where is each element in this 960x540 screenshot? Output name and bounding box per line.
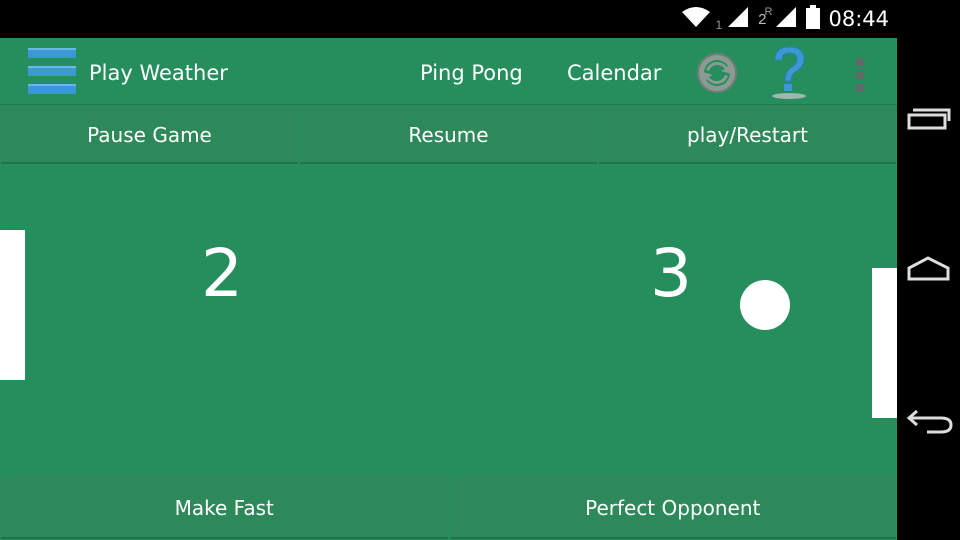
app-window: Play Weather Ping Pong Calendar Pause Ga…: [0, 38, 897, 540]
system-nav-bar: [897, 0, 960, 540]
left-paddle: [0, 230, 25, 380]
recents-icon[interactable]: [897, 90, 960, 150]
ball: [740, 280, 790, 330]
clock: 08:44: [828, 7, 889, 31]
roaming-label: R: [764, 6, 773, 18]
nav-calendar[interactable]: Calendar: [567, 61, 661, 85]
right-score: 3: [650, 235, 692, 312]
game-field[interactable]: 2 3: [0, 165, 897, 475]
pause-game-button[interactable]: Pause Game: [1, 105, 298, 164]
signal-icon: [726, 6, 750, 33]
nav-ping-pong[interactable]: Ping Pong: [420, 61, 523, 85]
signal-icon: [774, 6, 798, 33]
play-restart-button[interactable]: play/Restart: [599, 105, 896, 164]
help-icon[interactable]: [768, 44, 810, 105]
refresh-icon[interactable]: [696, 52, 738, 99]
app-title: Play Weather: [89, 61, 228, 85]
wifi-icon: [681, 6, 711, 33]
menu-icon[interactable]: [28, 48, 76, 96]
resume-button[interactable]: Resume: [300, 105, 597, 164]
status-icons: 1 2 R 08:44: [681, 4, 889, 34]
overflow-menu-icon[interactable]: [855, 58, 865, 97]
make-fast-button[interactable]: Make Fast: [1, 477, 448, 539]
left-score: 2: [201, 235, 243, 312]
status-bar: 1 2 R 08:44: [0, 0, 897, 38]
right-paddle: [872, 268, 897, 418]
game-controls: Pause Game Resume play/Restart: [0, 104, 897, 165]
home-icon[interactable]: [897, 240, 960, 300]
action-bar: Play Weather Ping Pong Calendar: [0, 38, 897, 105]
perfect-opponent-button[interactable]: Perfect Opponent: [449, 477, 896, 539]
sim1-label: 1: [715, 18, 723, 32]
battery-icon: [806, 4, 821, 34]
back-icon[interactable]: [897, 390, 960, 450]
bottom-controls: Make Fast Perfect Opponent: [0, 475, 897, 540]
